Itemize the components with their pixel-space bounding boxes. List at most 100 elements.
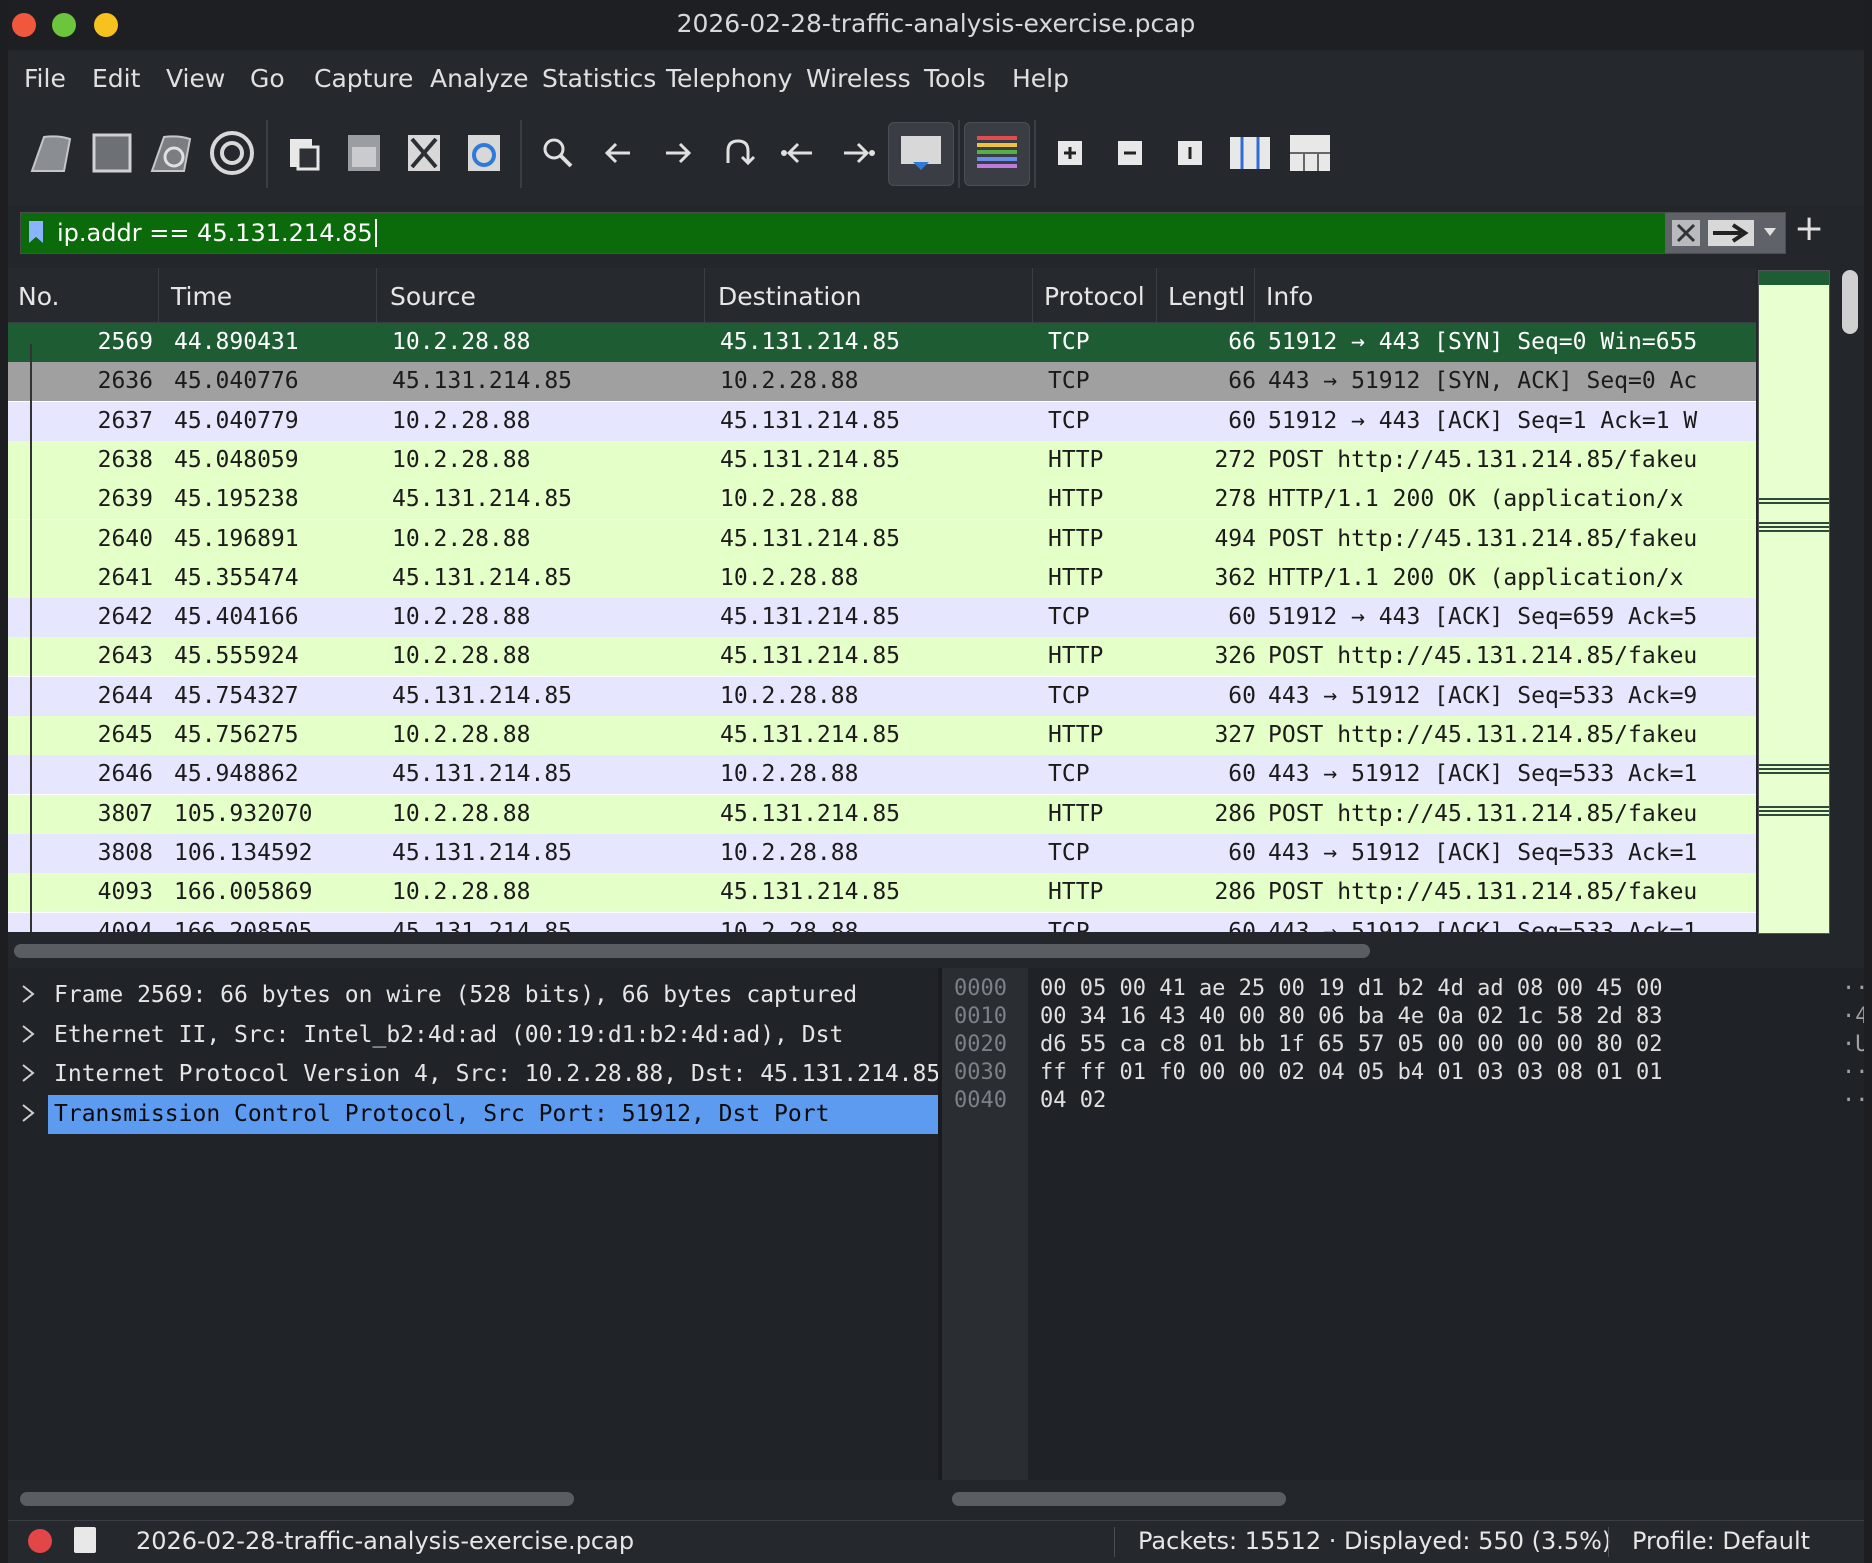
chevron-right-icon[interactable] <box>20 1061 38 1091</box>
packet-row[interactable]: 2646 45.948862 45.131.214.85 10.2.28.88 TCP 6… <box>8 755 1756 795</box>
menu-capture[interactable]: Capture <box>314 64 413 93</box>
colorize-icon[interactable] <box>964 122 1030 186</box>
save-file-icon[interactable] <box>334 122 394 184</box>
apply-filter-arrow-icon[interactable] <box>1707 219 1755 247</box>
menu-analyze[interactable]: Analyze <box>430 64 529 93</box>
packet-row[interactable]: 3807 105.932070 10.2.28.88 45.131.214.85 HTT… <box>8 794 1756 834</box>
column-source[interactable]: Source <box>390 282 476 311</box>
window-title: 2026-02-28-traffic-analysis-exercise.pca… <box>676 9 1196 38</box>
capture-comment-icon[interactable] <box>74 1527 96 1553</box>
detail-tree-item[interactable]: Transmission Control Protocol, Src Port:… <box>8 1094 938 1134</box>
detail-tree-item[interactable]: Ethernet II, Src: Intel_b2:4d:ad (00:19:… <box>8 1016 938 1055</box>
packet-info: 443 → 51912 [ACK] Seq=533 Ack=1 <box>1268 839 1698 866</box>
packet-row[interactable]: 2636 45.040776 45.131.214.85 10.2.28.88 TCP 6… <box>8 362 1756 402</box>
hex-ascii: ·4 <box>1842 1004 1864 1029</box>
zoom-out-icon[interactable] <box>1100 122 1160 184</box>
bookmark-icon[interactable] <box>29 221 43 243</box>
first-packet-icon[interactable] <box>768 122 828 184</box>
column-info[interactable]: Info <box>1266 282 1313 311</box>
packet-row[interactable]: 2640 45.196891 10.2.28.88 45.131.214.85 HTTP… <box>8 519 1756 559</box>
packet-row[interactable]: 2642 45.404166 10.2.28.88 45.131.214.85 TCP 6… <box>8 598 1756 638</box>
column-time[interactable]: Time <box>171 282 232 311</box>
packet-row[interactable]: 2641 45.355474 45.131.214.85 10.2.28.88 HTTP… <box>8 558 1756 598</box>
resize-columns-icon[interactable] <box>1220 122 1280 184</box>
menu-statistics[interactable]: Statistics <box>542 64 656 93</box>
bytes-horizontal-scrollbar[interactable] <box>952 1492 1286 1506</box>
packet-info: 443 → 51912 [ACK] Seq=533 Ack=1 <box>1268 761 1698 788</box>
layout-icon[interactable] <box>1280 122 1340 184</box>
close-file-icon[interactable] <box>394 122 454 184</box>
status-profile[interactable]: Profile: Default <box>1632 1527 1810 1555</box>
column-no[interactable]: No. <box>18 282 60 311</box>
packet-info: HTTP/1.1 200 OK (application/x <box>1268 564 1684 591</box>
find-packet-search-icon[interactable] <box>528 122 588 184</box>
normal-size-icon[interactable] <box>1160 122 1220 184</box>
go-to-packet-icon[interactable] <box>708 122 768 184</box>
conversation-bracket <box>30 344 32 932</box>
packet-row[interactable]: 2569 44.890431 10.2.28.88 45.131.214.85 TCP 6… <box>8 323 1756 362</box>
packet-row[interactable]: 3808 106.134592 45.131.214.85 10.2.28.88 TCP… <box>8 833 1756 873</box>
zoom-in-icon[interactable] <box>1040 122 1100 184</box>
packet-length: 60 <box>1228 761 1256 788</box>
hex-row[interactable]: 0000 00 05 00 41 ae 25 00 19 d1 b2 4d ad … <box>942 976 1864 1004</box>
status-file-name: 2026-02-28-traffic-analysis-exercise.pca… <box>136 1527 635 1555</box>
chevron-right-icon[interactable] <box>20 1101 38 1131</box>
menu-telephony[interactable]: Telephony <box>666 64 792 93</box>
packet-list-horizontal-scrollbar[interactable] <box>14 944 1370 958</box>
hex-bytes: 00 34 16 43 40 00 80 06 ba 4e 0a 02 1c 5… <box>1040 1004 1663 1029</box>
clear-filter-icon[interactable] <box>1671 219 1701 247</box>
packet-info: POST http://45.131.214.85/fakeu <box>1268 446 1698 473</box>
details-horizontal-scrollbar[interactable] <box>20 1492 574 1506</box>
hex-bytes: ff ff 01 f0 00 00 02 04 05 b4 01 03 03 0… <box>1040 1060 1663 1085</box>
reload-file-icon[interactable] <box>454 122 514 184</box>
packet-row[interactable]: 2644 45.754327 45.131.214.85 10.2.28.88 TCP 6… <box>8 676 1756 716</box>
go-back-arrow-icon[interactable] <box>588 122 648 184</box>
hex-row[interactable]: 0030 ff ff 01 f0 00 00 02 04 05 b4 01 03 … <box>942 1060 1864 1088</box>
packet-row[interactable]: 2643 45.555924 10.2.28.88 45.131.214.85 HTTP… <box>8 637 1756 677</box>
detail-tree-item[interactable]: Frame 2569: 66 bytes on wire (528 bits),… <box>8 976 938 1015</box>
restart-fin-icon[interactable] <box>142 122 202 184</box>
filter-actions <box>1665 213 1785 253</box>
packet-row[interactable]: 2637 45.040779 10.2.28.88 45.131.214.85 TCP 6… <box>8 401 1756 441</box>
column-length[interactable]: Lengtl <box>1168 282 1245 311</box>
go-forward-arrow-icon[interactable] <box>648 122 708 184</box>
hex-row[interactable]: 0020 d6 55 ca c8 01 bb 1f 65 57 05 00 00 … <box>942 1032 1864 1060</box>
hex-ascii: ·· <box>1842 976 1864 1001</box>
menu-help[interactable]: Help <box>1012 64 1069 93</box>
add-filter-button[interactable]: + <box>1794 208 1824 249</box>
menu-go[interactable]: Go <box>250 64 285 93</box>
display-filter-input[interactable] <box>51 213 1683 253</box>
menu-wireless[interactable]: Wireless <box>806 64 911 93</box>
expert-info-icon[interactable] <box>28 1529 52 1553</box>
packet-length: 327 <box>1214 722 1256 748</box>
column-protocol[interactable]: Protocol <box>1044 282 1145 311</box>
packet-row[interactable]: 2645 45.756275 10.2.28.88 45.131.214.85 HTTP… <box>8 716 1756 755</box>
chevron-right-icon[interactable] <box>20 982 38 1012</box>
packet-row[interactable]: 4094 166.208505 45.131.214.85 10.2.28.88 TCP… <box>8 912 1756 932</box>
last-packet-icon[interactable] <box>828 122 888 184</box>
packet-row[interactable]: 4093 166.005869 10.2.28.88 45.131.214.85 HTT… <box>8 873 1756 913</box>
hex-offset: 0000 <box>954 976 1007 1001</box>
packet-list-vertical-scrollbar[interactable] <box>1842 270 1858 334</box>
stop-square-icon[interactable] <box>82 122 142 184</box>
column-destination[interactable]: Destination <box>718 282 861 311</box>
filter-history-dropdown-icon[interactable] <box>1763 227 1777 237</box>
packet-info: POST http://45.131.214.85/fakeu <box>1268 525 1698 552</box>
packet-info: POST http://45.131.214.85/fakeu <box>1268 879 1698 906</box>
menu-tools[interactable]: Tools <box>924 64 986 93</box>
shark-fin-start-icon[interactable] <box>22 122 82 184</box>
menu-file[interactable]: File <box>24 64 66 93</box>
packet-minimap[interactable] <box>1758 270 1830 934</box>
packet-row[interactable]: 2638 45.048059 10.2.28.88 45.131.214.85 HTTP… <box>8 440 1756 480</box>
hex-row[interactable]: 0040 04 02 ·· <box>942 1088 1864 1116</box>
menu-edit[interactable]: Edit <box>92 64 140 93</box>
packet-row[interactable]: 2639 45.195238 45.131.214.85 10.2.28.88 HTTP… <box>8 480 1756 520</box>
autoscroll-icon[interactable] <box>888 122 954 186</box>
chevron-right-icon[interactable] <box>20 1022 38 1052</box>
menu-view[interactable]: View <box>166 64 225 93</box>
open-file-icon[interactable] <box>274 122 334 184</box>
hex-row[interactable]: 0010 00 34 16 43 40 00 80 06 ba 4e 0a 02 … <box>942 1004 1864 1032</box>
capture-options-gear-icon[interactable] <box>202 122 262 184</box>
detail-tree-item[interactable]: Internet Protocol Version 4, Src: 10.2.2… <box>8 1055 938 1094</box>
hex-ascii: ·U <box>1842 1032 1864 1057</box>
